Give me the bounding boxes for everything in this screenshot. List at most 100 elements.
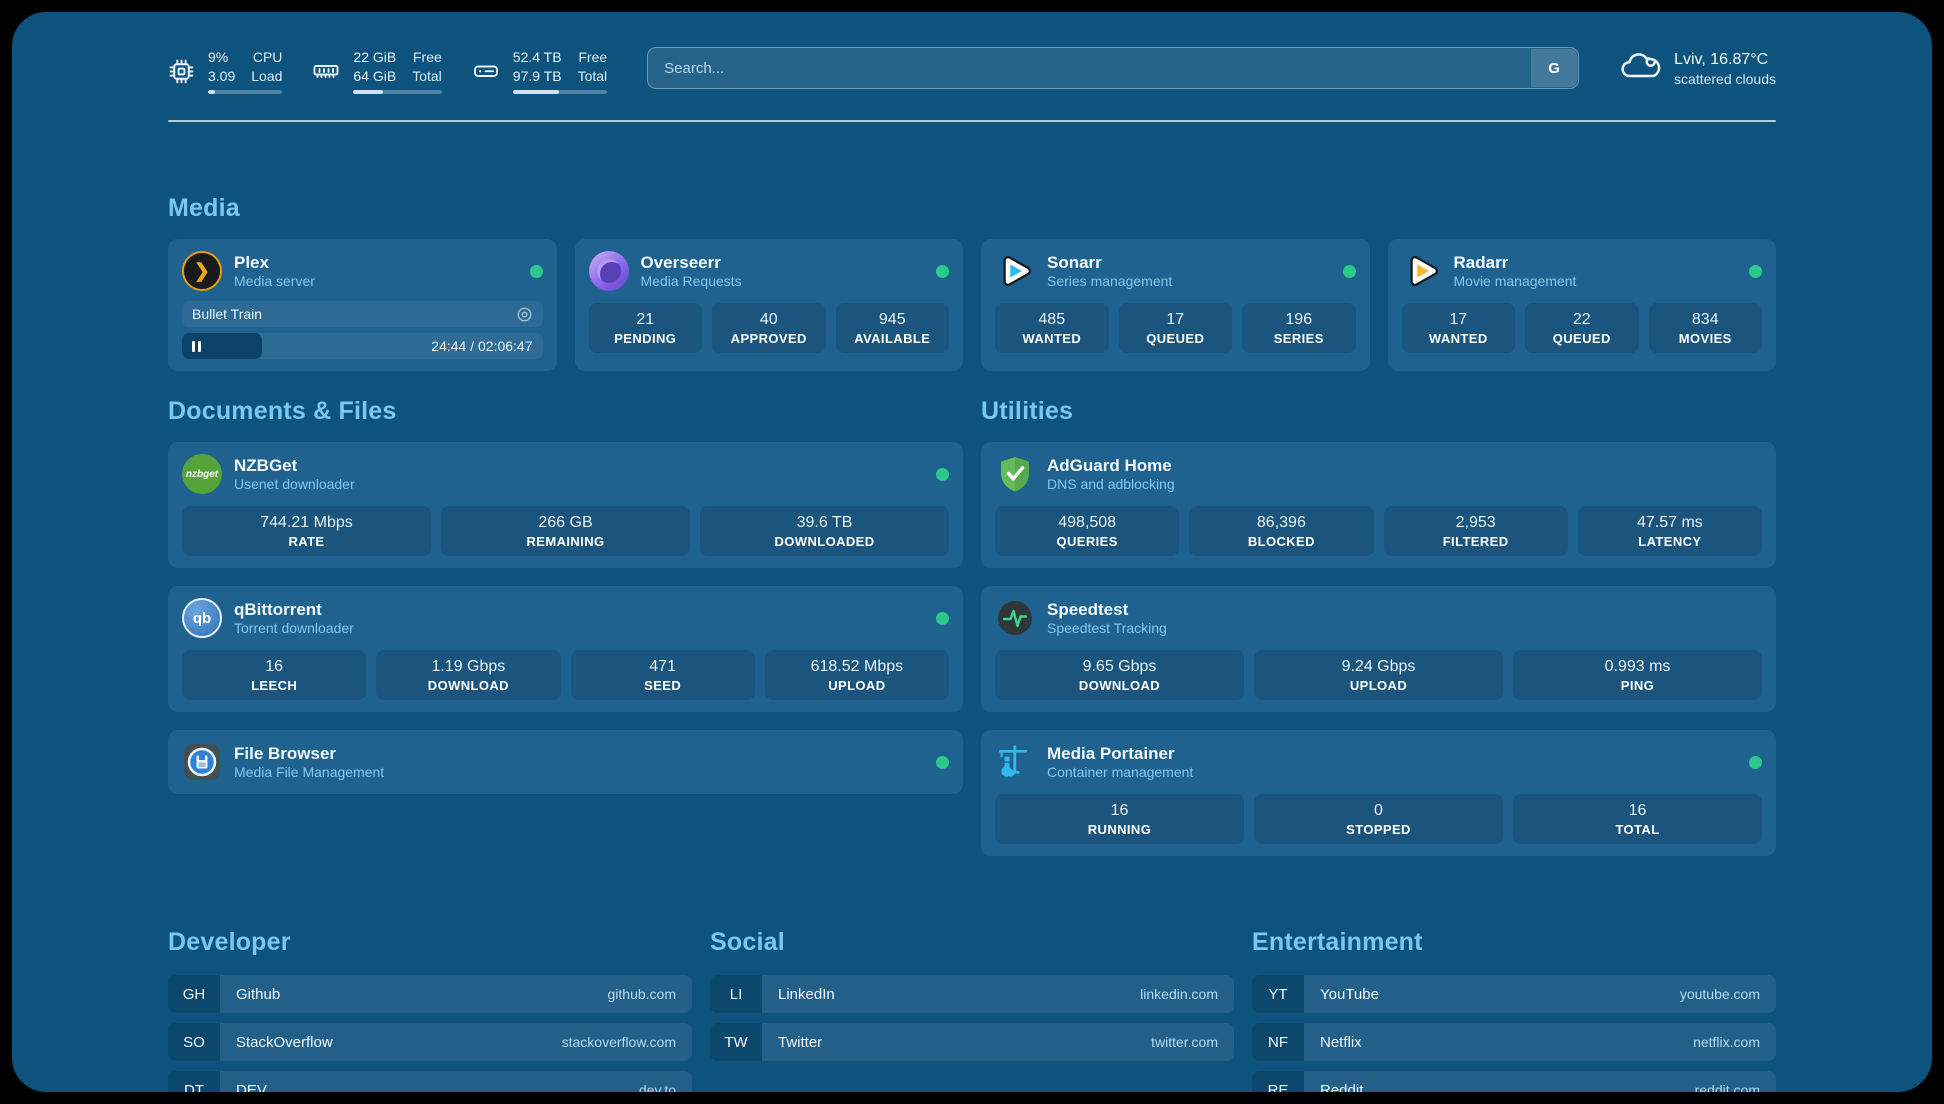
service-card-speedtest[interactable]: Speedtest Speedtest Tracking 9.65 GbpsDO… [981,586,1776,712]
bookmark-url: linkedin.com [1140,986,1218,1002]
status-online-dot [936,468,949,481]
cpu-stat-widget: 9% 3.09 CPU Load [168,48,282,94]
bookmark-name: StackOverflow [236,1034,333,1051]
weather-location-temp: Lviv, 16.87°C [1674,51,1776,69]
now-playing-row: Bullet Train [182,301,543,327]
search-bar: G [647,47,1579,89]
service-card-adguard[interactable]: AdGuard Home DNS and adblocking 498,508Q… [981,442,1776,568]
bookmark-url: reddit.com [1695,1082,1760,1092]
status-online-dot [1749,265,1762,278]
search-input[interactable] [647,47,1579,89]
service-name: Radarr [1454,252,1577,273]
stat-tile: 744.21 MbpsRATE [182,506,431,556]
status-online-dot [1343,265,1356,278]
stat-tile: 86,396BLOCKED [1189,506,1373,556]
bookmark-name: Netflix [1320,1034,1362,1051]
disk-free-label: Free [578,48,608,67]
ram-icon [312,57,340,85]
disk-free-value: 52.4 TB [513,48,562,67]
disk-progress-bar [513,90,607,94]
stat-tile: 485WANTED [995,303,1109,353]
disk-stat-widget: 52.4 TB 97.9 TB Free Total [472,48,607,94]
cpu-usage-value: 9% [208,48,235,67]
stat-tile: 22QUEUED [1525,303,1639,353]
service-card-overseerr[interactable]: Overseerr Media Requests 21PENDING 40APP… [575,239,964,371]
bookmark-url: twitter.com [1151,1034,1218,1050]
status-online-dot [936,265,949,278]
service-card-sonarr[interactable]: Sonarr Series management 485WANTED 17QUE… [981,239,1370,371]
service-name: Media Portainer [1047,743,1193,764]
section-title-social: Social [710,928,1234,957]
now-playing-progress-track: 24:44 / 02:06:47 [182,333,543,359]
service-subtitle: Movie management [1454,273,1577,291]
stat-tile: 266 GBREMAINING [441,506,690,556]
bookmark-github[interactable]: GH Github github.com [168,975,692,1013]
bookmark-url: youtube.com [1680,986,1760,1002]
service-subtitle: Torrent downloader [234,620,354,638]
bookmark-abbr: LI [710,975,762,1013]
cpu-load-value: 3.09 [208,67,235,86]
stat-tile: 17QUEUED [1119,303,1233,353]
portainer-crane-icon [995,742,1035,782]
bookmark-abbr: SO [168,1023,220,1061]
stat-tile: 16LEECH [182,650,366,700]
memory-free-value: 22 GiB [353,48,396,67]
now-playing-time: 24:44 / 02:06:47 [431,338,542,354]
service-card-radarr[interactable]: Radarr Movie management 17WANTED 22QUEUE… [1388,239,1777,371]
bookmark-url: github.com [608,986,676,1002]
service-card-nzbget[interactable]: nzbget NZBGet Usenet downloader 744.21 M… [168,442,963,568]
memory-free-label: Free [412,48,442,67]
qbittorrent-icon: qb [182,598,222,638]
stat-tile: 0.993 msPING [1513,650,1762,700]
service-card-portainer[interactable]: Media Portainer Container management 16R… [981,730,1776,856]
service-card-filebrowser[interactable]: File Browser Media File Management [168,730,963,794]
service-name: Overseerr [641,252,742,273]
plex-icon: ❯ [182,251,222,291]
cpu-progress-bar [208,90,282,94]
section-title-utilities: Utilities [981,397,1776,426]
service-subtitle: DNS and adblocking [1047,476,1175,494]
stat-tile: 0STOPPED [1254,794,1503,844]
stat-tile: 39.6 TBDOWNLOADED [700,506,949,556]
section-title-documents: Documents & Files [168,397,963,426]
disk-total-value: 97.9 TB [513,67,562,86]
bookmark-abbr: NF [1252,1023,1304,1061]
cpu-label: CPU [251,48,282,67]
stat-tile: 498,508QUERIES [995,506,1179,556]
bookmark-name: LinkedIn [778,986,835,1003]
service-name: qBittorrent [234,599,354,620]
cpu-icon [168,58,195,85]
bookmark-name: Twitter [778,1034,822,1051]
top-bar: 9% 3.09 CPU Load [168,42,1776,100]
overseerr-icon [589,251,629,291]
bookmark-youtube[interactable]: YT YouTube youtube.com [1252,975,1776,1013]
now-playing-view-icon[interactable] [516,306,533,323]
service-name: Sonarr [1047,252,1172,273]
bookmark-name: YouTube [1320,986,1379,1003]
bookmark-twitter[interactable]: TW Twitter twitter.com [710,1023,1234,1061]
search-engine-button[interactable]: G [1531,49,1577,87]
stat-tile: 47.57 msLATENCY [1578,506,1762,556]
service-subtitle: Series management [1047,273,1172,291]
filebrowser-icon [182,742,222,782]
status-online-dot [1749,756,1762,769]
stat-tile: 196SERIES [1242,303,1356,353]
service-name: Plex [234,252,315,273]
stat-tile: 9.65 GbpsDOWNLOAD [995,650,1244,700]
now-playing-progress-fill [182,333,262,359]
stat-tile: 471SEED [571,650,755,700]
service-subtitle: Speedtest Tracking [1047,620,1167,638]
stat-tile: 21PENDING [589,303,703,353]
service-name: NZBGet [234,455,355,476]
disk-total-label: Total [578,67,608,86]
bookmark-stackoverflow[interactable]: SO StackOverflow stackoverflow.com [168,1023,692,1061]
service-card-qbittorrent[interactable]: qb qBittorrent Torrent downloader 16LEEC… [168,586,963,712]
header-divider [168,120,1776,122]
disk-icon [472,57,500,85]
bookmark-dev[interactable]: DT DEV dev.to [168,1071,692,1092]
bookmark-linkedin[interactable]: LI LinkedIn linkedin.com [710,975,1234,1013]
bookmark-netflix[interactable]: NF Netflix netflix.com [1252,1023,1776,1061]
bookmark-reddit[interactable]: RE Reddit reddit.com [1252,1071,1776,1092]
section-title-media: Media [168,194,1776,223]
service-card-plex[interactable]: ❯ Plex Media server Bullet Train [168,239,557,371]
